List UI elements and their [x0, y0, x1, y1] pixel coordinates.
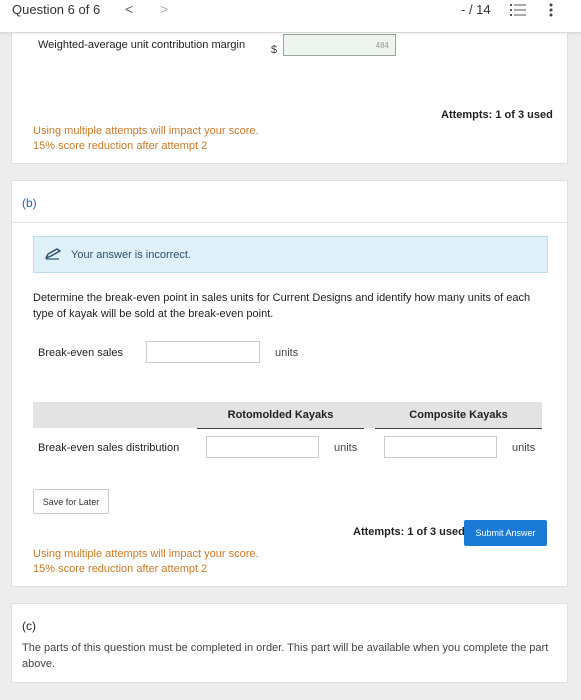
rotomolded-input[interactable] [206, 436, 319, 458]
units-label: units [334, 442, 358, 454]
attempts-counter: Attempts: 1 of 3 used [441, 109, 553, 121]
score-display: - / 14 [461, 2, 491, 17]
alert-text: Your answer is incorrect. [71, 249, 192, 261]
next-question-icon[interactable]: > [160, 1, 168, 17]
attempts-counter: Attempts: 1 of 3 used [353, 526, 465, 538]
score-reduction-note: 15% score reduction after attempt 2 [33, 140, 208, 152]
distribution-row-label: Break-even sales distribution [38, 442, 180, 454]
list-icon[interactable] [510, 3, 526, 17]
attempt-warning: Using multiple attempts will impact your… [33, 548, 259, 560]
column-underline [197, 428, 364, 429]
previous-question-icon[interactable]: < [125, 1, 133, 17]
margin-input[interactable]: 484 [283, 34, 396, 56]
part-c-label: (c) [22, 619, 36, 633]
pencil-icon [45, 248, 61, 260]
part-c-message: The parts of this question must be compl… [22, 642, 549, 670]
question-header: Question 6 of 6 < > - / 14 [0, 0, 581, 33]
currency-symbol: $ [271, 44, 278, 56]
units-label: units [275, 347, 299, 359]
column-underline [375, 428, 542, 429]
break-even-input[interactable] [146, 341, 260, 363]
question-description: Determine the break-even point in sales … [33, 292, 531, 320]
incorrect-alert: Your answer is incorrect. [33, 236, 548, 273]
question-counter: Question 6 of 6 [12, 2, 101, 17]
divider [12, 222, 567, 223]
submit-answer-button[interactable]: Submit Answer [464, 520, 547, 546]
composite-input[interactable] [384, 436, 497, 458]
margin-label: Weighted-average unit contribution margi… [38, 39, 246, 51]
save-for-later-button[interactable]: Save for Later [33, 489, 109, 514]
composite-column-header: Composite Kayaks [409, 409, 508, 421]
score-reduction-note: 15% score reduction after attempt 2 [33, 563, 208, 575]
break-even-label: Break-even sales [38, 347, 123, 359]
rotomolded-column-header: Rotomolded Kayaks [227, 409, 334, 421]
units-label: units [512, 442, 536, 454]
more-vertical-icon[interactable] [548, 3, 554, 17]
attempt-warning: Using multiple attempts will impact your… [33, 125, 259, 137]
part-b-label: (b) [22, 196, 37, 210]
